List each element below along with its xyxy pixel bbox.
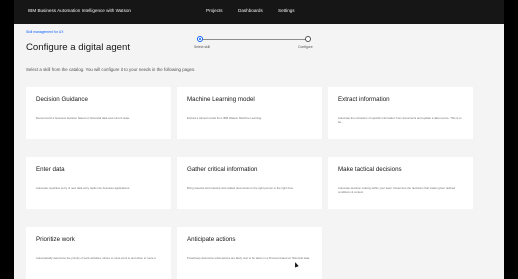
tile-title: Enter data xyxy=(36,166,65,173)
brand-name[interactable]: IBM Business Automation Intelligence wit… xyxy=(28,8,131,13)
page-subtitle: Select a skill from the catalog. You wil… xyxy=(26,67,196,72)
tile-description: Proactively determine what actions are l… xyxy=(187,256,310,260)
nav-link-dashboards[interactable]: Dashboards xyxy=(238,8,263,13)
step-incomplete-icon xyxy=(305,36,311,42)
tile-decision-guidance[interactable]: Decision Guidance Recommend a business d… xyxy=(26,87,171,139)
top-navigation-bar: IBM Business Automation Intelligence wit… xyxy=(14,0,504,24)
tile-extract-information[interactable]: Extract information Automate the extract… xyxy=(328,87,473,139)
step-label-configure[interactable]: Configure xyxy=(298,45,313,49)
tile-anticipate-actions[interactable]: Anticipate actions Proactively determine… xyxy=(177,227,322,279)
tile-title: Gather critical information xyxy=(187,166,258,173)
tile-description: Recommend a business decision based on h… xyxy=(36,116,130,120)
tile-description: Embed a trained model from IBM Watson Ma… xyxy=(187,116,262,120)
tile-machine-learning-model[interactable]: Machine Learning model Embed a trained m… xyxy=(177,87,322,139)
tile-title: Anticipate actions xyxy=(187,236,236,243)
tile-description: Automate the extraction of specific info… xyxy=(338,116,462,124)
nav-link-settings[interactable]: Settings xyxy=(278,8,295,13)
page-title: Configure a digital agent xyxy=(26,42,131,53)
tile-description: Automate repetitive entry of new data en… xyxy=(36,186,131,190)
tile-title: Machine Learning model xyxy=(187,96,255,103)
tile-prioritize-work[interactable]: Prioritize work Automatically determine … xyxy=(26,227,171,279)
tile-description: Automate decision making within your tea… xyxy=(338,186,456,194)
tile-title: Make tactical decisions xyxy=(338,166,402,173)
stepper-connector-line xyxy=(200,39,308,40)
tile-title: Extract information xyxy=(338,96,390,103)
tile-gather-critical-information[interactable]: Gather critical information Bring releva… xyxy=(177,157,322,209)
app-frame: IBM Business Automation Intelligence wit… xyxy=(14,0,504,279)
nav-link-projects[interactable]: Projects xyxy=(206,8,223,13)
tile-make-tactical-decisions[interactable]: Make tactical decisions Automate decisio… xyxy=(328,157,473,209)
tile-title: Decision Guidance xyxy=(36,96,88,103)
step-label-select-skill[interactable]: Select skill xyxy=(194,45,210,49)
tile-title: Prioritize work xyxy=(36,236,75,243)
step-current-icon xyxy=(197,36,203,42)
tile-enter-data[interactable]: Enter data Automate repetitive entry of … xyxy=(26,157,171,209)
progress-stepper: Select skill Configure xyxy=(194,34,344,58)
tile-description: Automatically determine the priority of … xyxy=(36,256,157,260)
tile-description: Bring relevant and relevant and related … xyxy=(187,186,294,190)
breadcrumb[interactable]: Skill management for UX xyxy=(26,30,64,34)
